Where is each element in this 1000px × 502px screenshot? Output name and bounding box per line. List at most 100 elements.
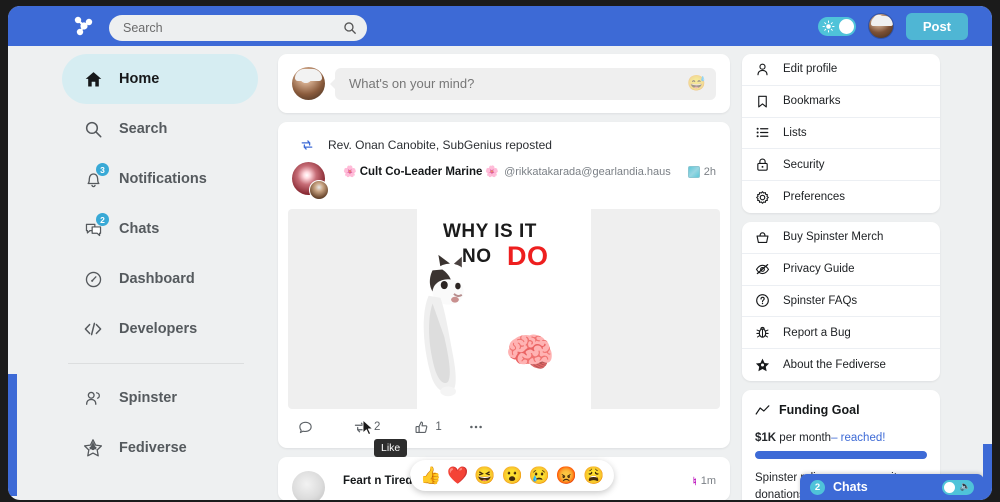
right-item-lists[interactable]: Lists (742, 118, 940, 150)
sidebar-item-label: Home (119, 71, 160, 87)
post-card: Rev. Onan Canobite, SubGenius reposted 🌸… (278, 122, 730, 491)
post-timestamp: 2h (703, 165, 716, 178)
post-author-name[interactable]: Cult Co-Leader Marine (360, 166, 483, 178)
sidebar-item-label: Notifications (119, 171, 207, 187)
right-item-label: Report a Bug (783, 326, 851, 339)
post-author-name[interactable]: Feart n Tired (343, 475, 412, 487)
notification-badge: 3 (96, 163, 109, 176)
right-item-buy-merch[interactable]: Buy Spinster Merch (742, 222, 940, 254)
right-item-label: Bookmarks (783, 95, 841, 108)
sidebar-item-label: Developers (119, 321, 198, 337)
app-logo-icon[interactable] (62, 6, 106, 46)
funding-period: per month (776, 431, 832, 444)
avatar (292, 471, 325, 500)
post-author-row: 🌸 Cult Co-Leader Marine 🌸 @rikkatakarada… (343, 162, 716, 178)
reaction-thumbs-up[interactable]: 👍 (420, 467, 441, 484)
basket-icon (755, 230, 770, 245)
search-box[interactable] (109, 15, 367, 41)
comment-icon (299, 421, 312, 433)
toggle-knob (944, 481, 955, 493)
right-item-edit-profile[interactable]: Edit profile (742, 54, 940, 86)
chat-sound-toggle[interactable]: 🔈 (942, 479, 974, 495)
meme-text-line3: DO (507, 241, 549, 271)
post-media[interactable]: WHY IS IT NO DO 🧠 (288, 209, 720, 409)
sidebar-divider (68, 363, 244, 364)
ellipsis-icon (469, 425, 482, 429)
mouse-cursor-icon (362, 419, 374, 436)
repeat-icon (300, 138, 314, 152)
search-icon[interactable] (343, 21, 357, 35)
like-button[interactable]: 1 (414, 420, 442, 435)
bell-icon: 3 (82, 163, 109, 190)
people-icon (82, 387, 104, 409)
chat-bubbles-icon: 2 (82, 213, 109, 240)
composer-input[interactable]: What's on your mind? 😅 (330, 67, 716, 100)
post-timestamp-group: ♮ 1m (693, 475, 716, 488)
funding-goal-header: Funding Goal (755, 403, 927, 418)
home-icon (82, 68, 104, 90)
avatar (292, 67, 325, 100)
sidebar-item-search[interactable]: Search (62, 104, 258, 154)
reaction-heart[interactable]: ❤️ (447, 467, 468, 484)
more-options-button[interactable] (468, 419, 484, 435)
sidebar-item-spinster[interactable]: Spinster (62, 373, 258, 423)
search-icon (82, 118, 104, 140)
sun-icon (822, 19, 835, 33)
right-item-label: About the Fediverse (783, 359, 886, 372)
reply-button[interactable] (298, 420, 319, 435)
gauge-icon (82, 268, 104, 290)
toggle-knob (838, 18, 854, 34)
bug-icon (755, 325, 770, 340)
avatar-stack[interactable] (292, 162, 334, 200)
right-item-preferences[interactable]: Preferences (742, 181, 940, 213)
reaction-sad[interactable]: 😢 (529, 467, 550, 484)
meme-text-line1: WHY IS IT (443, 221, 537, 242)
top-right-controls: Post (817, 6, 968, 46)
post-button[interactable]: Post (905, 12, 968, 40)
info-menu-card: Buy Spinster Merch Privacy Guide Spinste… (742, 221, 940, 381)
avatar[interactable] (867, 13, 894, 39)
meme-image: WHY IS IT NO DO 🧠 (417, 209, 591, 409)
post-author-handle[interactable]: @rikkatakarada@gearlandia.haus (504, 166, 671, 178)
person-icon (755, 62, 770, 77)
composer[interactable]: What's on your mind? 😅 (278, 54, 730, 113)
sidebar-item-developers[interactable]: Developers (62, 304, 258, 354)
reaction-weary[interactable]: 😩 (583, 467, 604, 484)
post-actions: 2 1 Like (278, 409, 730, 457)
thumbs-up-icon (415, 421, 428, 433)
funding-goal-amount-row: $1K per month– reached! (755, 432, 927, 444)
sidebar-item-fediverse[interactable]: Fediverse (62, 423, 258, 473)
post-timestamp: 1m (700, 475, 716, 487)
right-item-security[interactable]: Security (742, 149, 940, 182)
custom-emoji-icon (687, 165, 700, 178)
right-item-label: Spinster FAQs (783, 294, 858, 307)
sidebar-item-chats[interactable]: 2 Chats (62, 204, 258, 254)
reaction-laugh[interactable]: 😆 (474, 467, 495, 484)
left-accent-stripe (8, 374, 17, 496)
reaction-picker[interactable]: 👍 ❤️ 😆 😮 😢 😡 😩 (410, 460, 615, 491)
composer-placeholder: What's on your mind? (349, 76, 475, 91)
sidebar-item-dashboard[interactable]: Dashboard (62, 254, 258, 304)
right-item-faqs[interactable]: Spinster FAQs (742, 286, 940, 318)
question-circle-icon (755, 293, 770, 308)
theme-toggle[interactable] (817, 16, 856, 36)
repost-label-row: Rev. Onan Canobite, SubGenius reposted (278, 122, 730, 154)
sidebar-item-label: Chats (119, 221, 160, 237)
reaction-angry[interactable]: 😡 (556, 467, 577, 484)
gear-icon (755, 190, 770, 205)
right-item-label: Preferences (783, 191, 846, 204)
right-item-bookmarks[interactable]: Bookmarks (742, 86, 940, 118)
repost-label: Rev. Onan Canobite, SubGenius reposted (328, 138, 552, 152)
sidebar-item-notifications[interactable]: 3 Notifications (62, 154, 258, 204)
avatar-stack[interactable] (292, 471, 334, 500)
sidebar-item-home[interactable]: Home (62, 54, 258, 104)
reposter-avatar (309, 180, 329, 200)
search-input[interactable] (123, 21, 343, 35)
smiley-icon[interactable]: 😅 (687, 76, 706, 91)
right-item-report-bug[interactable]: Report a Bug (742, 317, 940, 350)
right-item-about-fediverse[interactable]: About the Fediverse (742, 349, 940, 381)
chat-dock[interactable]: 2 Chats 🔈 (800, 474, 984, 500)
reaction-surprised[interactable]: 😮 (502, 467, 523, 484)
page-scrollbar[interactable] (983, 444, 992, 500)
right-item-privacy-guide[interactable]: Privacy Guide (742, 254, 940, 286)
